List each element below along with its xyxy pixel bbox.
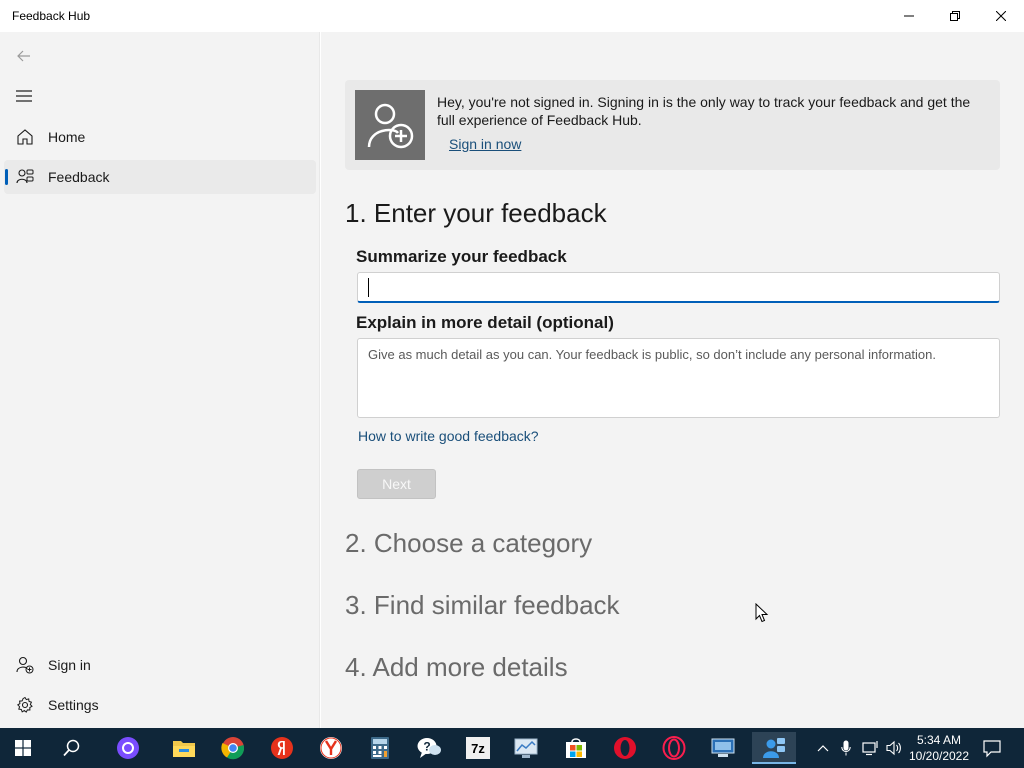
feedback-hub-icon: [763, 738, 785, 758]
main-content: Hey, you're not signed in. Signing in is…: [321, 32, 1024, 728]
back-arrow-icon: [17, 50, 30, 62]
taskbar-app-chrome[interactable]: [216, 732, 250, 764]
person-add-icon: [16, 656, 34, 674]
calculator-icon: [371, 737, 389, 759]
show-hidden-icons-button[interactable]: [814, 728, 832, 768]
taskbar-app-file-explorer[interactable]: [167, 732, 201, 764]
sign-in-now-link[interactable]: Sign in now: [449, 136, 521, 152]
start-button[interactable]: [6, 732, 40, 764]
sidebar: Home Feedback Sign in Settings: [0, 32, 320, 728]
summary-label: Summarize your feedback: [356, 247, 567, 266]
how-to-write-feedback-link[interactable]: How to write good feedback?: [358, 428, 539, 444]
back-button[interactable]: [12, 44, 36, 68]
step-1-title: 1. Enter your feedback: [345, 198, 607, 228]
mouse-cursor-icon: [755, 603, 769, 623]
minimize-button[interactable]: [886, 0, 932, 32]
network-icon: [862, 741, 878, 756]
step-3-title: 3. Find similar feedback: [345, 590, 620, 620]
taskbar-app-yandex-browser[interactable]: [314, 732, 348, 764]
restore-icon: [950, 11, 960, 21]
feedback-chat-icon: ?: [417, 738, 441, 758]
network-manager-icon: [711, 738, 735, 757]
sidebar-item-sign-in[interactable]: Sign in: [4, 648, 316, 682]
yandex-icon: [271, 737, 293, 759]
gear-icon: [17, 696, 33, 713]
taskbar-app-control-panel[interactable]: [510, 732, 544, 764]
text-caret: [368, 278, 369, 297]
home-icon: [17, 129, 33, 145]
sidebar-item-label: Sign in: [48, 657, 91, 673]
sidebar-item-label: Settings: [48, 697, 99, 713]
taskbar-app-calculator[interactable]: [363, 732, 397, 764]
summary-input[interactable]: [357, 272, 1000, 303]
sidebar-item-label: Feedback: [48, 169, 110, 185]
store-icon: [566, 738, 586, 758]
title-bar: Feedback Hub: [0, 0, 1024, 32]
yandex-browser-icon: [320, 737, 342, 759]
minimize-icon: [904, 15, 914, 17]
control-panel-icon: [514, 738, 538, 758]
taskbar-app-7zip[interactable]: 7z: [461, 732, 495, 764]
hamburger-icon: [16, 90, 32, 102]
feedback-icon: [16, 169, 34, 184]
hamburger-menu-button[interactable]: [12, 84, 36, 108]
clock-time: 5:34 AM: [916, 733, 962, 747]
detail-label: Explain in more detail (optional): [356, 313, 614, 332]
chrome-icon: [221, 737, 245, 760]
taskbar-app-opera[interactable]: [608, 732, 642, 764]
taskbar-app-store[interactable]: [559, 732, 593, 764]
step-2-title: 2. Choose a category: [345, 528, 593, 558]
windows-start-icon: [15, 740, 31, 756]
close-button[interactable]: [978, 0, 1024, 32]
alice-icon: [117, 737, 139, 759]
selection-indicator: [5, 169, 8, 185]
detail-textarea[interactable]: [357, 338, 1000, 418]
search-icon: [63, 739, 80, 757]
notification-icon: [983, 740, 1001, 758]
sidebar-item-settings[interactable]: Settings: [4, 688, 316, 722]
taskbar-clock[interactable]: 5:34 AM 10/20/2022: [906, 732, 972, 764]
clock-date: 10/20/2022: [908, 749, 970, 763]
next-button[interactable]: Next: [357, 469, 436, 499]
opera-icon: [614, 737, 636, 759]
avatar: [355, 90, 425, 160]
close-icon: [996, 11, 1006, 21]
microphone-tray-button[interactable]: [838, 728, 854, 768]
sidebar-item-home[interactable]: Home: [4, 120, 316, 154]
taskbar-app-yandex[interactable]: [265, 732, 299, 764]
taskbar-app-alice[interactable]: [111, 732, 145, 764]
notification-center-button[interactable]: [980, 736, 1004, 760]
opera-gx-icon: [662, 736, 686, 760]
taskbar-app-opera-gx[interactable]: [657, 732, 691, 764]
network-tray-button[interactable]: [860, 728, 882, 768]
taskbar-app-network-manager[interactable]: [706, 732, 740, 764]
restore-button[interactable]: [932, 0, 978, 32]
step-4-title: 4. Add more details: [345, 652, 568, 682]
taskbar-app-feedback-hub[interactable]: [752, 732, 796, 764]
search-button[interactable]: [55, 732, 89, 764]
taskbar: ? 7z 5:34 AM 10/20/2022: [0, 728, 1024, 768]
sign-in-message: Hey, you're not signed in. Signing in is…: [437, 94, 971, 128]
volume-tray-button[interactable]: [884, 728, 904, 768]
feedback-hub-window: Feedback Hub Home Feedback Sign in Setti…: [0, 0, 1024, 768]
sidebar-item-label: Home: [48, 129, 86, 145]
person-add-icon: [367, 103, 414, 149]
sidebar-item-feedback[interactable]: Feedback: [4, 160, 316, 194]
sign-in-banner: Hey, you're not signed in. Signing in is…: [345, 80, 1000, 170]
app-title: Feedback Hub: [12, 9, 91, 23]
file-explorer-icon: [173, 741, 195, 757]
7zip-icon: 7z: [466, 737, 490, 759]
taskbar-app-feedback-chat[interactable]: ?: [412, 732, 446, 764]
svg-text:7z: 7z: [471, 741, 485, 756]
chevron-up-icon: [817, 745, 829, 752]
volume-icon: [886, 740, 901, 756]
microphone-icon: [841, 740, 851, 756]
